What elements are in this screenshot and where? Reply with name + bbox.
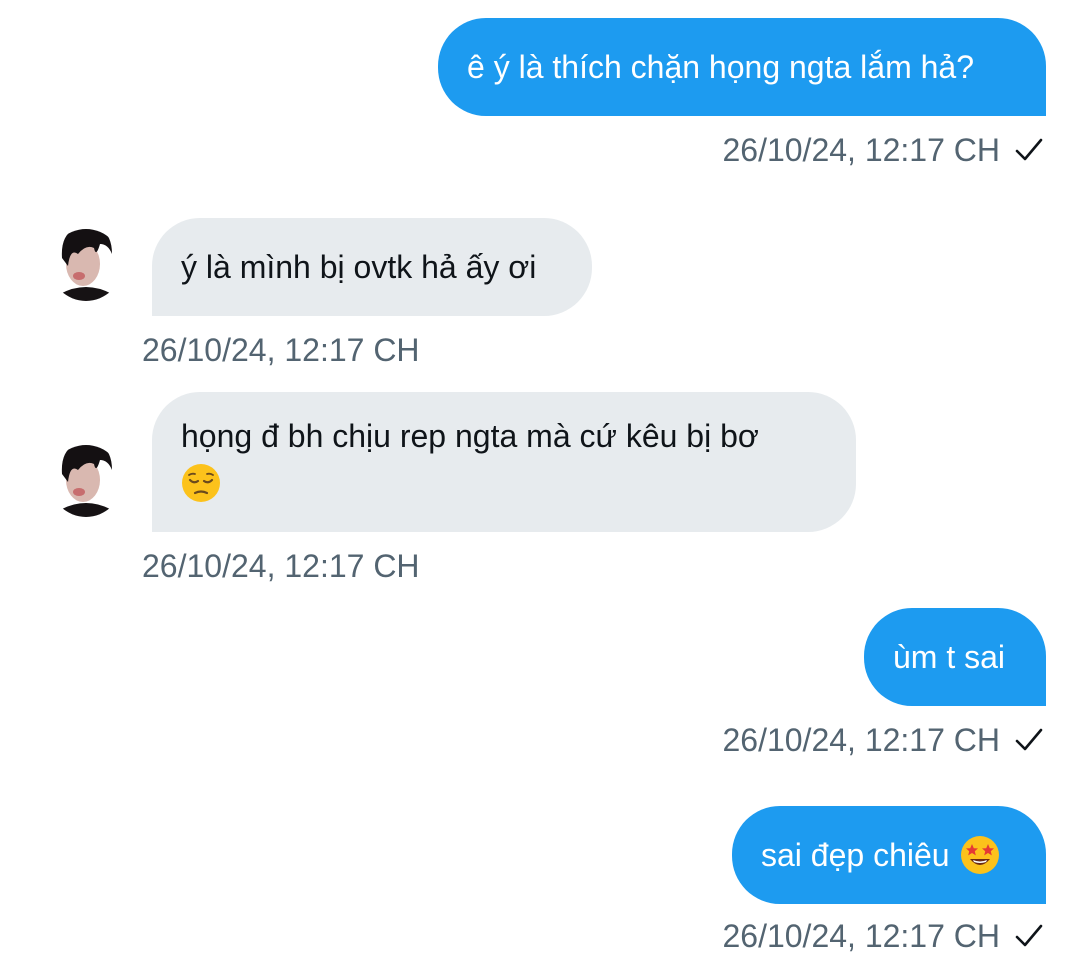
message-timestamp: 26/10/24, 12:17 CH: [722, 722, 1000, 758]
star-struck-emoji: [960, 836, 999, 874]
outgoing-message-bubble[interactable]: sai đẹp chiêu: [732, 806, 1046, 904]
message-timestamp: 26/10/24, 12:17 CH: [142, 332, 420, 368]
message-timestamp-row: 26/10/24, 12:17 CH: [722, 916, 1044, 956]
outgoing-message-bubble[interactable]: ê ý là thích chặn họng ngta lắm hả?: [438, 18, 1046, 116]
message-timestamp-row: 26/10/24, 12:17 CH: [722, 130, 1044, 170]
avatar[interactable]: [50, 214, 122, 316]
pensive-face-emoji: [182, 463, 220, 502]
avatar[interactable]: [50, 430, 122, 532]
check-icon: [1015, 924, 1043, 947]
message-timestamp: 26/10/24, 12:17 CH: [722, 918, 1000, 954]
message-content: họng đ bh chịu rep ngta mà cứ kêu bị bơ: [181, 414, 759, 503]
message-text: sai đẹp chiêu: [761, 837, 950, 873]
message-timestamp: 26/10/24, 12:17 CH: [722, 132, 1000, 168]
outgoing-message-bubble[interactable]: ùm t sai: [864, 608, 1046, 706]
message-text: họng đ bh chịu rep ngta mà cứ kêu bị bơ: [181, 418, 759, 454]
message-text: ê ý là thích chặn họng ngta lắm hả?: [467, 49, 975, 85]
check-icon: [1015, 138, 1043, 161]
message-text: ùm t sai: [893, 639, 1006, 675]
message-timestamp-row: 26/10/24, 12:17 CH: [722, 720, 1044, 760]
incoming-message-bubble[interactable]: họng đ bh chịu rep ngta mà cứ kêu bị bơ: [152, 392, 856, 532]
incoming-message-bubble[interactable]: ý là mình bị ovtk hả ấy ơi: [152, 218, 592, 316]
message-text: ý là mình bị ovtk hả ấy ơi: [181, 249, 537, 285]
message-timestamp: 26/10/24, 12:17 CH: [142, 548, 420, 584]
check-icon: [1015, 728, 1043, 751]
